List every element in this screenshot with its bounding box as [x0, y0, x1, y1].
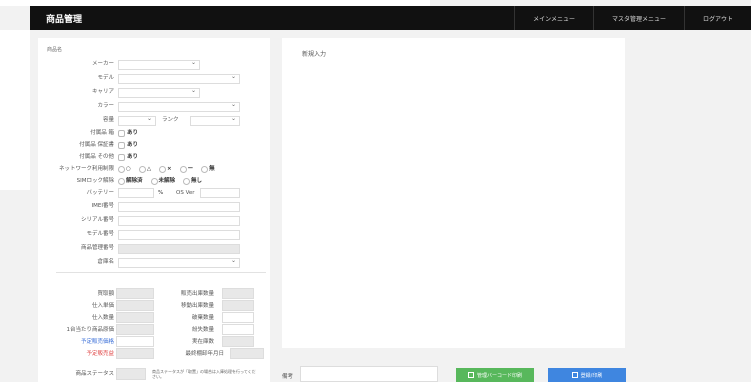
rank-select[interactable]: [190, 115, 240, 126]
network-label: ネットワーク利用制限: [58, 166, 114, 172]
serial-input[interactable]: [118, 216, 240, 226]
imei-input[interactable]: [118, 202, 240, 212]
status-note: 商品ステータスが「取置」の場合は入庫処理を行ってください。: [152, 369, 256, 379]
capacity-select[interactable]: [118, 115, 156, 126]
pricing-divider: [56, 272, 266, 273]
section-label: 商品名: [47, 47, 63, 53]
app-header: 商品管理 メインメニュー マスタ管理メニュー ログアウト: [30, 6, 751, 30]
network-radio-group[interactable]: ○ △ × ー 無: [118, 165, 221, 174]
nav-logout[interactable]: ログアウト: [683, 6, 751, 30]
battery-unit: %: [158, 190, 164, 196]
color-label: カラー: [97, 103, 114, 109]
app-title: 商品管理: [46, 14, 83, 25]
os-label: OS Ver: [176, 190, 195, 196]
warehouse-select[interactable]: [118, 257, 240, 268]
sale-qty-field: [222, 288, 254, 299]
serial-label: シリアル番号: [81, 217, 114, 223]
maker-label: メーカー: [91, 61, 114, 67]
model-select[interactable]: [118, 73, 240, 84]
purchase-amount-label: 買取額: [97, 291, 114, 297]
defect-qty-input[interactable]: [222, 312, 254, 323]
quantity-label: 仕入数量: [91, 315, 114, 321]
mgmt-no-label: 商品管理番号: [80, 245, 114, 251]
carrier-label: キャリア: [91, 89, 114, 95]
sim-label: SIMロック解除: [76, 178, 114, 184]
status-field: [116, 368, 146, 380]
unit-cost-label: 1台当たり商品原価: [66, 327, 115, 333]
last-sold-field: [230, 348, 264, 359]
acc-other-label: 付属品 その他: [79, 154, 114, 160]
mgmt-no-field: [118, 244, 240, 254]
planned-profit-label: 予定販売益: [86, 351, 114, 357]
planned-price-label: 予定販売価格: [80, 339, 114, 345]
loss-qty-label: 紛失数量: [191, 327, 214, 333]
defect-qty-label: 破棄数量: [191, 315, 214, 321]
new-entry-label: 新規入力: [302, 51, 327, 58]
nav-master-menu[interactable]: マスタ管理メニュー: [592, 6, 684, 30]
model-label: モデル: [97, 75, 114, 81]
loss-qty-input[interactable]: [222, 324, 254, 335]
acc-box-label: 付属品 箱: [90, 130, 114, 136]
remarks-input[interactable]: [300, 366, 438, 382]
sim-radio-group[interactable]: 解除済 未解除 無し: [118, 177, 208, 186]
battery-label: バッテリー: [86, 190, 114, 196]
carrier-select[interactable]: [118, 87, 200, 98]
move-qty-field: [222, 300, 254, 311]
model-no-label: モデル番号: [86, 231, 114, 237]
maker-select[interactable]: [118, 59, 200, 70]
imei-label: IMEI番号: [91, 203, 114, 209]
remarks-label: 備考: [282, 374, 294, 380]
rank-label: ランク: [162, 117, 179, 123]
battery-input[interactable]: [118, 188, 154, 198]
save-icon: [571, 372, 578, 378]
status-label: 商品ステータス: [75, 371, 114, 377]
acc-manual-label: 付属品 保証書: [79, 142, 114, 148]
acc-box-checkbox[interactable]: あり: [118, 129, 138, 138]
nav-main-menu[interactable]: メインメニュー: [514, 6, 593, 30]
capacity-label: 容量: [102, 117, 114, 123]
new-entry-panel: 新規入力: [282, 38, 625, 348]
color-select[interactable]: [118, 101, 240, 112]
acc-manual-checkbox[interactable]: あり: [118, 141, 138, 150]
warehouse-label: 倉庫名: [97, 259, 114, 265]
actual-stock-label: 実在庫数: [191, 339, 214, 345]
actual-stock-field: [222, 336, 254, 347]
print-barcode-button[interactable]: 管理バーコード印刷: [456, 368, 534, 382]
move-qty-label: 移動出庫数量: [180, 303, 214, 309]
model-no-input[interactable]: [118, 230, 240, 240]
acc-other-checkbox[interactable]: あり: [118, 153, 138, 162]
register-print-button[interactable]: 登録/印刷: [548, 368, 626, 382]
last-sold-label: 最終棚卸年月日: [185, 351, 224, 357]
print-icon: [467, 372, 474, 378]
product-form-panel: 商品名 メーカー モデル キャリア カラー 容量 ランク 付属品 箱 あり 付属…: [38, 38, 270, 382]
unit-price-label: 仕入単価: [91, 303, 114, 309]
planned-profit-field: [116, 348, 154, 359]
os-input[interactable]: [200, 188, 240, 198]
sale-qty-label: 販売出庫数量: [180, 291, 214, 297]
header-nav: メインメニュー マスタ管理メニュー ログアウト: [514, 6, 751, 30]
